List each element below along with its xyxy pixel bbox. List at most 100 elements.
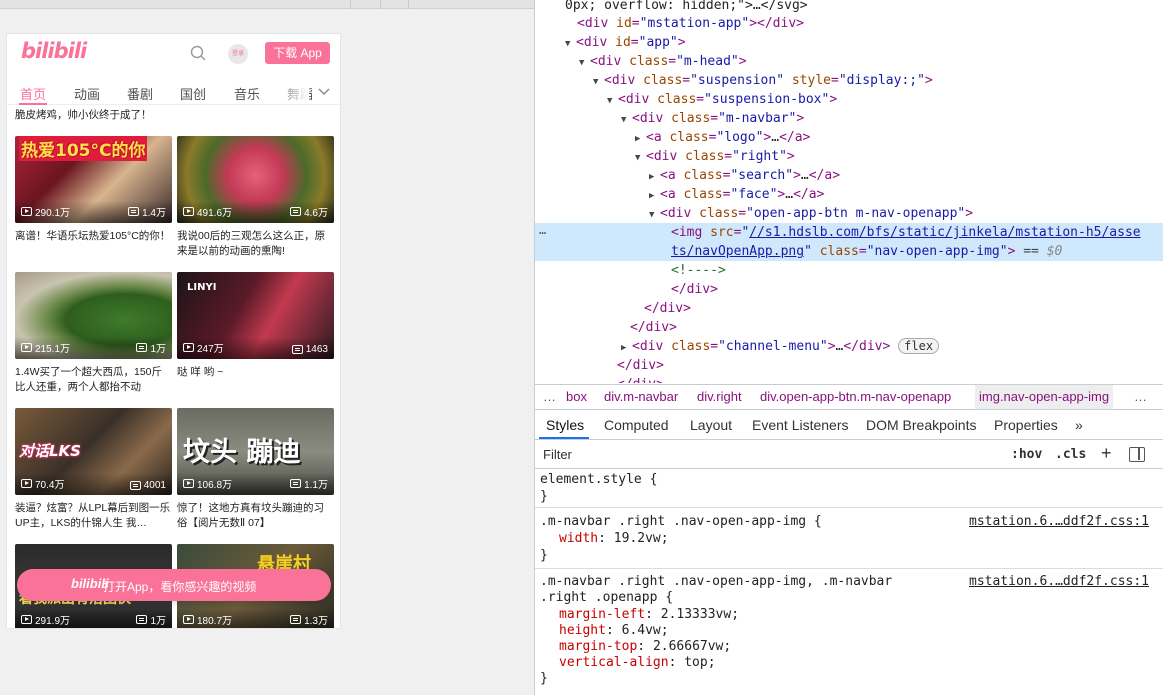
danmaku-count: 1.4万 — [128, 204, 166, 219]
rule-selector[interactable]: element.style { — [540, 472, 657, 488]
danmaku-icon — [136, 343, 148, 352]
dom-node[interactable]: </div> — [535, 299, 691, 318]
chevron-down-icon[interactable] — [316, 83, 332, 99]
breadcrumb-item[interactable]: box — [566, 385, 587, 409]
breadcrumb-overflow[interactable]: … — [543, 385, 556, 409]
tab-layout[interactable]: Layout — [690, 417, 732, 433]
css-declaration[interactable]: width: 19.2vw; — [559, 531, 669, 547]
play-icon — [183, 207, 194, 216]
dom-node[interactable]: ▶ <a class="logo">…</a> — [535, 128, 810, 147]
tab-styles[interactable]: Styles — [546, 417, 584, 433]
bilibili-logo[interactable]: bilibili — [21, 39, 87, 63]
dom-node[interactable]: <!----> — [535, 261, 726, 280]
video-thumbnail: 坟头 蹦迪 106.8万 1.1万 — [177, 408, 334, 495]
dom-node[interactable]: </div> — [535, 280, 718, 299]
rule-source-link[interactable]: mstation.6.…ddf2f.css:1 — [969, 574, 1163, 589]
danmaku-icon — [291, 345, 303, 354]
viewport-ruler — [0, 0, 534, 9]
video-card[interactable]: 热爱105°C的你 290.1万 1.4万 离谱！华语乐坛热爱105°C的你！ — [15, 136, 172, 259]
view-count: 491.6万 — [183, 204, 232, 219]
m-head: bilibili 登录 下载 App 首页 动画 番剧 国创 音乐 舞蹈 — [7, 34, 340, 107]
channel-bangumi[interactable]: 番剧 — [127, 84, 153, 103]
channel-music[interactable]: 音乐 — [234, 84, 260, 103]
dom-node[interactable]: ▼ <div id="app"> — [535, 33, 686, 52]
search-icon[interactable] — [190, 45, 206, 61]
danmaku-count: 1.1万 — [290, 476, 328, 491]
video-card[interactable]: 对话LKS 70.4万 4001 装逼？炫富？从LPL幕后到图一乐UP主，LKS… — [15, 408, 172, 531]
login-avatar[interactable]: 登录 — [228, 44, 248, 64]
dom-node-ellipsis[interactable]: … — [539, 223, 546, 237]
breadcrumb-item[interactable]: div.open-app-btn.m-nav-openapp — [760, 385, 951, 409]
css-declaration[interactable]: margin-left: 2.13333vw; — [559, 607, 739, 623]
dom-node[interactable]: ▼ <div class="suspension-box"> — [535, 90, 837, 109]
breadcrumb-item[interactable]: div.m-navbar — [604, 385, 678, 409]
new-style-rule-button[interactable]: + — [1101, 443, 1112, 464]
video-card[interactable]: LINYI 247万 1463 哒 咩 哟 ~ — [177, 272, 334, 395]
play-icon — [183, 615, 194, 624]
video-card[interactable]: 坟头 蹦迪 106.8万 1.1万 惊了！这地方真有坟头蹦迪的习俗【阅片无数Ⅱ … — [177, 408, 334, 531]
css-declaration[interactable]: height: 6.4vw; — [559, 623, 669, 639]
channel-home[interactable]: 首页 — [20, 84, 46, 103]
dom-node[interactable]: </div> — [535, 375, 664, 383]
tab-computed[interactable]: Computed — [604, 417, 669, 433]
channel-guochuang[interactable]: 国创 — [180, 84, 206, 103]
open-app-banner[interactable]: bilibili 打开App，看你感兴趣的视频 — [17, 569, 331, 601]
dom-node-selected[interactable]: <img src="//s1.hdslb.com/bfs/static/jink… — [535, 223, 1163, 242]
dom-node[interactable]: ▼ <div class="m-navbar"> — [535, 109, 804, 128]
rule-source-link[interactable]: mstation.6.…ddf2f.css:1 — [969, 514, 1163, 529]
styles-filter-input[interactable]: Filter — [543, 447, 572, 462]
rule-selector[interactable]: .m-navbar .right .nav-open-app-img, .m-n… — [540, 574, 892, 590]
dom-node[interactable]: 0px; overflow: hidden;">…</svg> — [535, 0, 808, 15]
download-app-button[interactable]: 下载 App — [265, 42, 330, 64]
danmaku-count: 1.3万 — [290, 612, 328, 627]
viewport-area: bilibili 登录 下载 App 首页 动画 番剧 国创 音乐 舞蹈 — [0, 0, 534, 695]
dom-node[interactable]: ▶ <a class="face">…</a> — [535, 185, 824, 204]
hover-state-toggle[interactable]: :hov — [1011, 447, 1042, 462]
dom-node[interactable]: </div> — [535, 356, 664, 375]
video-title: 哒 咩 哟 ~ — [177, 366, 224, 378]
computed-sidebar-toggle-icon[interactable] — [1129, 447, 1145, 462]
play-icon — [21, 207, 32, 216]
dom-node[interactable]: ▼ <div class="suspension" style="display:… — [535, 71, 933, 90]
sidebar-tabs: Styles Computed Layout Event Listeners D… — [535, 410, 1163, 440]
css-declaration[interactable]: vertical-align: top; — [559, 655, 716, 671]
tab-dom-breakpoints[interactable]: DOM Breakpoints — [866, 417, 976, 433]
danmaku-count: 1万 — [136, 340, 166, 355]
dom-node[interactable]: ▶ <div class="channel-menu">…</div> flex — [535, 337, 940, 356]
rule-selector[interactable]: .m-navbar .right .nav-open-app-img { — [540, 514, 822, 530]
view-count: 247万 — [183, 340, 224, 355]
video-card[interactable]: 491.6万 4.6万 我说00后的三观怎么这么正，原来是以前的动画的熏陶! — [177, 136, 334, 259]
breadcrumb-item-selected[interactable]: img.nav-open-app-img — [975, 385, 1114, 409]
danmaku-icon — [129, 481, 141, 490]
play-icon — [21, 615, 32, 624]
danmaku-icon — [290, 207, 302, 216]
dom-node-selected-cont[interactable]: ts/navOpenApp.png" class="nav-open-app-i… — [535, 242, 1163, 261]
breadcrumb-overflow[interactable]: … — [1134, 385, 1147, 409]
danmaku-count: 4.6万 — [290, 204, 328, 219]
video-title: 装逼？炫富？从LPL幕后到图一乐UP主，LKS的什锦人生 我… — [15, 502, 171, 529]
tab-properties[interactable]: Properties — [994, 417, 1058, 433]
video-thumbnail: 热爱105°C的你 290.1万 1.4万 — [15, 136, 172, 223]
breadcrumb-item[interactable]: div.right — [697, 385, 742, 409]
class-toggle[interactable]: .cls — [1055, 447, 1086, 462]
tab-overflow[interactable]: » — [1075, 417, 1083, 433]
video-card[interactable]: 215.1万 1万 1.4W买了一个超大西瓜，150斤比人还重，两个人都抬不动 — [15, 272, 172, 395]
channel-animation[interactable]: 动画 — [74, 84, 100, 103]
open-app-banner-text: 打开App，看你感兴趣的视频 — [103, 580, 257, 594]
rule-selector-cont[interactable]: .right .openapp { — [540, 590, 673, 606]
previous-card-title: 脆皮烤鸡，帅小伙终于成了！ — [15, 109, 152, 121]
dom-node[interactable]: <div id="mstation-app"></div> — [535, 14, 804, 33]
tab-event-listeners[interactable]: Event Listeners — [752, 417, 849, 433]
video-title: 1.4W买了一个超大西瓜，150斤比人还重，两个人都抬不动 — [15, 366, 163, 393]
style-rule: .m-navbar .right .nav-open-app-img, .m-n… — [535, 572, 1163, 695]
dom-node[interactable]: ▼ <div class="right"> — [535, 147, 795, 166]
dom-node[interactable]: </div> — [535, 318, 677, 337]
dom-node[interactable]: ▶ <a class="search">…</a> — [535, 166, 840, 185]
dom-node[interactable]: ▼ <div class="m-head"> — [535, 52, 747, 71]
elements-dom-tree: 0px; overflow: hidden;">…</svg> <div id=… — [535, 0, 1163, 383]
dom-node[interactable]: ▼ <div class="open-app-btn m-nav-openapp"… — [535, 204, 973, 223]
danmaku-count: 4001 — [129, 480, 166, 491]
video-title: 我说00后的三观怎么这么正，原来是以前的动画的熏陶! — [177, 230, 326, 257]
css-declaration[interactable]: margin-top: 2.66667vw; — [559, 639, 731, 655]
video-title: 惊了！这地方真有坟头蹦迪的习俗【阅片无数Ⅱ 07】 — [177, 502, 324, 529]
